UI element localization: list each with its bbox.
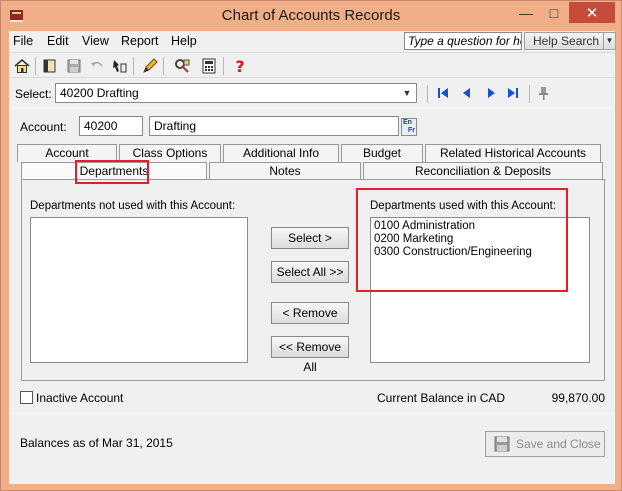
maximize-button[interactable]: □: [541, 2, 567, 23]
departments-not-used-label: Departments not used with this Account:: [30, 200, 236, 212]
toolbar-separator: [35, 57, 36, 75]
help-icon[interactable]: ?: [230, 56, 250, 76]
help-search-label: Help Search: [533, 34, 600, 48]
save-and-close-label: Save and Close: [516, 437, 601, 451]
save-icon: [494, 436, 510, 460]
select-value: 40200 Drafting: [60, 86, 139, 100]
inactive-account-label: Inactive Account: [36, 391, 124, 405]
toolbar-separator: [427, 85, 428, 103]
select-label: Select:: [15, 87, 52, 101]
divider: [9, 107, 615, 108]
account-name-field[interactable]: Drafting: [149, 116, 399, 136]
minimize-button[interactable]: —: [513, 2, 539, 23]
current-balance-label: Current Balance in CAD: [377, 391, 506, 405]
home-icon[interactable]: [12, 56, 32, 76]
last-record-icon[interactable]: [505, 85, 521, 101]
account-number-field[interactable]: 40200: [79, 116, 143, 136]
close-button[interactable]: ✕: [569, 2, 615, 23]
calculator-icon[interactable]: [199, 56, 219, 76]
select-account-dropdown[interactable]: 40200 Drafting ▼: [55, 83, 417, 103]
tab-reconciliation-deposits[interactable]: Reconciliation & Deposits: [363, 162, 603, 180]
undo-icon[interactable]: [87, 56, 107, 76]
menu-bar: File Edit View Report Help Type a questi…: [9, 31, 616, 51]
language-toggle-button[interactable]: En Fr: [401, 118, 417, 136]
menu-edit[interactable]: Edit: [47, 34, 69, 48]
save-icon[interactable]: [64, 56, 84, 76]
records-icon[interactable]: [40, 56, 60, 76]
chevron-down-icon[interactable]: ▼: [399, 85, 415, 101]
menu-view[interactable]: View: [82, 34, 109, 48]
remove-button[interactable]: < Remove: [271, 302, 349, 324]
divider: [9, 413, 615, 414]
previous-record-icon[interactable]: [459, 85, 475, 101]
toolbar-separator: [163, 57, 164, 75]
tab-related-historical-accounts[interactable]: Related Historical Accounts: [425, 144, 601, 162]
inactive-account-checkbox[interactable]: [20, 391, 33, 404]
tab-notes[interactable]: Notes: [209, 162, 361, 180]
account-label: Account:: [20, 120, 67, 134]
pencil-icon[interactable]: [140, 56, 160, 76]
help-question-input[interactable]: Type a question for help: [404, 32, 522, 50]
toolbar-separator: [529, 85, 530, 103]
help-search-button[interactable]: Help Search ▼: [524, 32, 616, 50]
remove-all-button[interactable]: << Remove All: [271, 336, 349, 374]
highlight-departments-tab: [75, 160, 149, 184]
toolbar-separator: [223, 57, 224, 75]
departments-not-used-list[interactable]: [30, 217, 248, 363]
language-fr-label: Fr: [408, 127, 415, 134]
select-all-button[interactable]: Select All >>: [271, 261, 349, 283]
title-bar: Chart of Accounts Records — □ ✕: [1, 1, 621, 31]
svg-text:?: ?: [235, 57, 244, 75]
tab-additional-info[interactable]: Additional Info: [223, 144, 339, 162]
tab-budget[interactable]: Budget: [341, 144, 423, 162]
current-balance-value: 99,870.00: [551, 391, 605, 405]
save-and-close-button[interactable]: Save and Close: [485, 431, 605, 457]
menu-report[interactable]: Report: [121, 34, 159, 48]
toolbar: ?: [9, 52, 615, 78]
language-en-label: En: [403, 119, 412, 126]
first-record-icon[interactable]: [435, 85, 451, 101]
pin-icon[interactable]: [536, 85, 552, 101]
application-window: Chart of Accounts Records — □ ✕ File Edi…: [0, 0, 622, 491]
select-button[interactable]: Select >: [271, 227, 349, 249]
balances-as-of-text: Balances as of Mar 31, 2015: [20, 436, 173, 450]
help-search-dropdown-icon[interactable]: ▼: [603, 33, 615, 49]
settings-icon[interactable]: [172, 56, 192, 76]
menu-file[interactable]: File: [13, 34, 33, 48]
highlight-used-departments: [356, 188, 568, 292]
find-icon[interactable]: [109, 56, 129, 76]
menu-help[interactable]: Help: [171, 34, 197, 48]
client-area: File Edit View Report Help Type a questi…: [9, 31, 616, 484]
next-record-icon[interactable]: [483, 85, 499, 101]
toolbar-separator: [133, 57, 134, 75]
